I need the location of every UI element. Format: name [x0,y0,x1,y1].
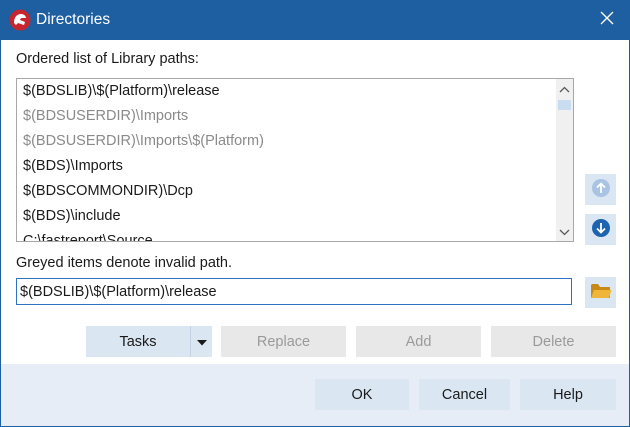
caret-down-icon [196,334,207,350]
close-icon [600,11,614,29]
arrow-up-circle-icon [591,178,611,202]
browse-folder-button[interactable] [585,277,616,308]
folder-icon [590,282,612,304]
chevron-down-icon [559,224,570,240]
cancel-button[interactable]: Cancel [419,379,510,410]
vertical-scrollbar[interactable] [556,79,573,241]
list-label: Ordered list of Library paths: [16,51,199,67]
scroll-down-button[interactable] [556,222,573,241]
move-up-button[interactable] [585,174,616,205]
list-item[interactable]: $(BDSLIB)\$(Platform)\release [17,79,556,104]
ok-button[interactable]: OK [315,379,409,410]
list-rows: $(BDSLIB)\$(Platform)\release $(BDSUSERD… [17,79,556,241]
help-button[interactable]: Help [520,379,616,410]
list-item[interactable]: $(BDSUSERDIR)\Imports [17,104,556,129]
add-button[interactable]: Add [356,326,481,357]
list-item[interactable]: $(BDSCOMMONDIR)\Dcp [17,179,556,204]
list-item[interactable]: $(BDS)\Imports [17,154,556,179]
move-down-button[interactable] [585,214,616,245]
close-button[interactable] [584,0,630,40]
scroll-thumb[interactable] [558,100,571,110]
invalid-path-hint: Greyed items denote invalid path. [16,255,233,271]
chevron-up-icon [559,81,570,97]
library-path-list[interactable]: $(BDSLIB)\$(Platform)\release $(BDSUSERD… [16,78,574,242]
list-item[interactable]: $(BDS)\include [17,204,556,229]
title-bar: Directories [0,0,630,40]
replace-button[interactable]: Replace [221,326,346,357]
delete-button[interactable]: Delete [491,326,616,357]
path-input[interactable] [16,278,572,305]
tasks-dropdown-button[interactable] [190,326,212,357]
window-title: Directories [36,11,111,28]
scroll-up-button[interactable] [556,79,573,98]
list-item[interactable]: $(BDSUSERDIR)\Imports\$(Platform) [17,129,556,154]
list-item[interactable]: C:\fastreport\Source [17,229,556,241]
arrow-down-circle-icon [591,218,611,242]
tasks-button[interactable]: Tasks [86,326,190,357]
delphi-helmet-icon [9,9,31,31]
